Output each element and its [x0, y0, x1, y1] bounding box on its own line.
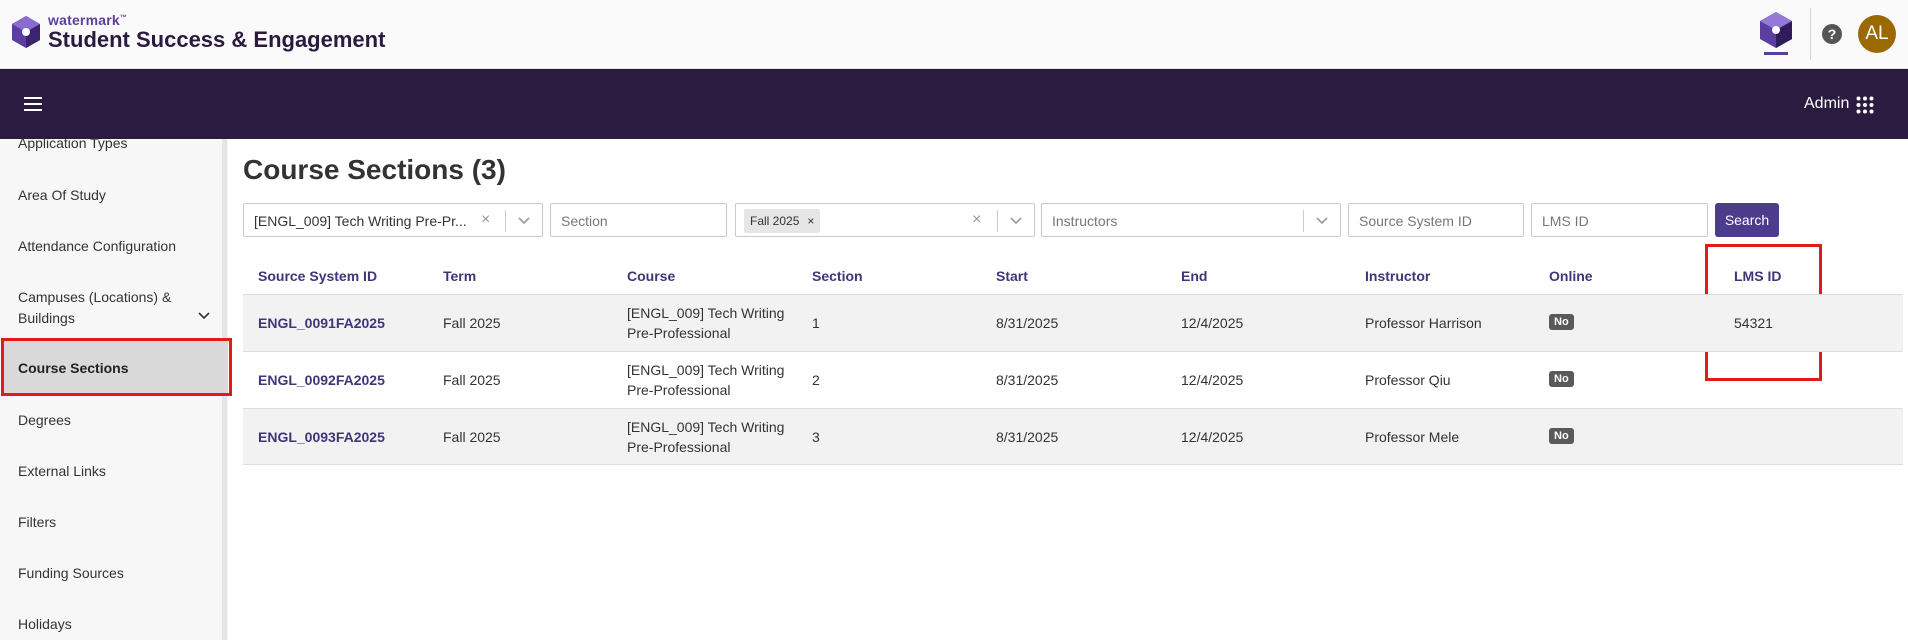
course-filter-value: [ENGL_009] Tech Writing Pre-Pr... [254, 213, 467, 229]
section-filter-placeholder: Section [561, 213, 608, 229]
chip-remove-icon[interactable]: × [807, 214, 814, 228]
course-cell: [ENGL_009] Tech Writing Pre-Professional [627, 360, 784, 400]
term-cell: Fall 2025 [443, 429, 501, 445]
admin-menu-label[interactable]: Admin [1804, 95, 1849, 113]
sidebar-item-holidays[interactable]: Holidays [18, 616, 72, 632]
column-header-term[interactable]: Term [443, 268, 476, 284]
section-filter-input[interactable]: Section [550, 203, 727, 237]
end-cell: 12/4/2025 [1181, 372, 1244, 388]
search-button[interactable]: Search [1715, 203, 1779, 237]
lms-id-input[interactable]: LMS ID [1531, 203, 1708, 237]
header-divider [1810, 8, 1811, 60]
course-cell-line2: Pre-Professional [627, 382, 731, 398]
sidebar-item-external-links[interactable]: External Links [18, 463, 106, 479]
sidebar-item-application-types[interactable]: Application Types [18, 135, 127, 151]
sidebar-item-degrees[interactable]: Degrees [18, 412, 71, 428]
sidebar-item-campuses-line2[interactable]: Buildings [18, 310, 75, 326]
sidebar-item-funding-sources[interactable]: Funding Sources [18, 565, 124, 581]
highlight-box-sidebar [1, 338, 232, 396]
column-header-start[interactable]: Start [996, 268, 1028, 284]
instructor-cell: Professor Qiu [1365, 372, 1451, 388]
hamburger-icon[interactable] [24, 97, 42, 111]
brand-name: watermark™ [48, 12, 128, 28]
start-cell: 8/31/2025 [996, 315, 1059, 331]
nav-bar: Admin [0, 69, 1908, 139]
chevron-down-icon[interactable] [198, 312, 210, 320]
help-icon[interactable]: ? [1822, 24, 1842, 44]
column-header-source-system-id[interactable]: Source System ID [258, 268, 377, 284]
term-cell: Fall 2025 [443, 372, 501, 388]
term-chip-label: Fall 2025 [750, 214, 800, 228]
section-cell: 1 [812, 315, 820, 331]
online-badge: No [1549, 428, 1574, 444]
avatar[interactable]: AL [1858, 15, 1896, 53]
apps-grid-icon[interactable] [1856, 96, 1874, 114]
end-cell: 12/4/2025 [1181, 429, 1244, 445]
section-cell: 3 [812, 429, 820, 445]
instructors-filter-select[interactable]: Instructors [1041, 203, 1341, 237]
start-cell: 8/31/2025 [996, 372, 1059, 388]
course-cell: [ENGL_009] Tech Writing Pre-Professional [627, 303, 784, 343]
column-header-section[interactable]: Section [812, 268, 863, 284]
instructor-cell: Professor Harrison [1365, 315, 1482, 331]
end-cell: 12/4/2025 [1181, 315, 1244, 331]
clear-icon[interactable]: × [972, 211, 981, 229]
course-cell: [ENGL_009] Tech Writing Pre-Professional [627, 417, 784, 457]
online-badge: No [1549, 371, 1574, 387]
watermark-logo-icon[interactable] [10, 14, 42, 50]
instructor-cell: Professor Mele [1365, 429, 1460, 445]
course-cell-line2: Pre-Professional [627, 439, 731, 455]
top-header: watermark™ Student Success & Engagement … [0, 0, 1908, 69]
term-filter-select[interactable]: Fall 2025 × × [735, 203, 1035, 237]
page-title: Course Sections (3) [243, 154, 506, 185]
column-header-end[interactable]: End [1181, 268, 1207, 284]
column-header-instructor[interactable]: Instructor [1365, 268, 1430, 284]
column-header-course[interactable]: Course [627, 268, 675, 284]
lms-id-placeholder: LMS ID [1542, 213, 1589, 229]
instructors-filter-placeholder: Instructors [1052, 213, 1118, 229]
section-cell: 2 [812, 372, 820, 388]
chevron-down-icon[interactable] [1010, 217, 1022, 225]
select-separator [1303, 210, 1304, 232]
term-chip: Fall 2025 × [744, 209, 821, 233]
online-badge: No [1549, 314, 1574, 330]
product-title: Student Success & Engagement [48, 27, 386, 52]
course-filter-select[interactable]: [ENGL_009] Tech Writing Pre-Pr... × [243, 203, 543, 237]
start-cell: 8/31/2025 [996, 429, 1059, 445]
sidebar-item-attendance-configuration[interactable]: Attendance Configuration [18, 238, 176, 254]
source-id-link[interactable]: ENGL_0092FA2025 [258, 372, 385, 388]
chevron-down-icon[interactable] [1316, 217, 1328, 225]
source-id-link[interactable]: ENGL_0091FA2025 [258, 315, 385, 331]
table-row: ENGL_0091FA2025 Fall 2025 [ENGL_009] Tec… [243, 294, 1903, 351]
chevron-down-icon[interactable] [518, 217, 530, 225]
column-header-online[interactable]: Online [1549, 268, 1593, 284]
term-cell: Fall 2025 [443, 315, 501, 331]
course-cell-line1: [ENGL_009] Tech Writing [627, 305, 785, 321]
watermark-logo-icon [1760, 12, 1792, 55]
table-header: Source System ID Term Course Section Sta… [243, 262, 1903, 294]
column-header-lms-id[interactable]: LMS ID [1734, 268, 1781, 284]
select-separator [505, 210, 506, 232]
clear-icon[interactable]: × [481, 211, 490, 229]
lms-id-cell: 54321 [1734, 315, 1773, 331]
table-row: ENGL_0092FA2025 Fall 2025 [ENGL_009] Tec… [243, 351, 1903, 408]
course-cell-line1: [ENGL_009] Tech Writing [627, 419, 785, 435]
source-system-id-input[interactable]: Source System ID [1348, 203, 1524, 237]
course-cell-line2: Pre-Professional [627, 325, 731, 341]
table-row: ENGL_0093FA2025 Fall 2025 [ENGL_009] Tec… [243, 408, 1903, 465]
sidebar-item-campuses[interactable]: Campuses (Locations) & [18, 289, 171, 305]
source-system-id-placeholder: Source System ID [1359, 213, 1472, 229]
sidebar-item-filters[interactable]: Filters [18, 514, 56, 530]
sidebar-item-area-of-study[interactable]: Area Of Study [18, 187, 106, 203]
select-separator [997, 210, 998, 232]
source-id-link[interactable]: ENGL_0093FA2025 [258, 429, 385, 445]
course-cell-line1: [ENGL_009] Tech Writing [627, 362, 785, 378]
